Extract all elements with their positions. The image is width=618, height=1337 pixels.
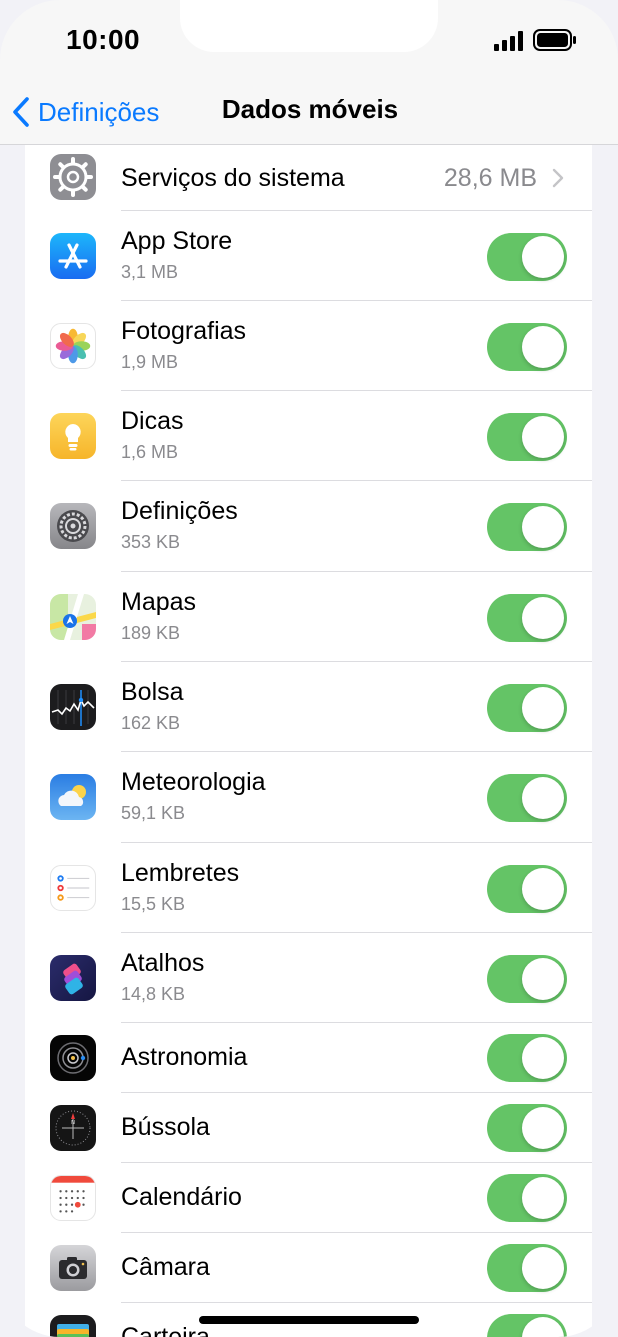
app-name: App Store	[121, 227, 233, 255]
notch	[180, 0, 438, 52]
app-name: Astronomia	[121, 1043, 248, 1071]
app-name: Calendário	[121, 1183, 242, 1211]
chevron-right-icon	[552, 168, 564, 188]
page-title: Dados móveis	[221, 94, 399, 124]
app-row-settings: Definições 353 KB	[25, 481, 592, 572]
app-row-photos: Fotografias 1,9 MB	[25, 301, 592, 391]
toggle-app-store[interactable]	[487, 233, 567, 281]
app-usage: 162 KB	[121, 713, 181, 733]
app-name: Dicas	[121, 407, 184, 435]
status-bar: 10:00	[0, 0, 618, 80]
app-name: Câmara	[121, 1253, 210, 1281]
app-name: Meteorologia	[121, 768, 266, 796]
camera-icon	[50, 1245, 96, 1291]
reminders-icon	[50, 865, 96, 911]
navigation-bar: Definições Dados móveis	[0, 80, 618, 145]
app-row-reminders: Lembretes 15,5 KB	[25, 843, 592, 933]
app-name: Fotografias	[121, 317, 247, 345]
toggle-camera[interactable]	[487, 1244, 567, 1292]
app-row-calendar: Calendário	[25, 1163, 592, 1233]
app-name: Bússola	[121, 1113, 210, 1141]
app-name: Bolsa	[121, 678, 184, 706]
system-services-icon	[50, 154, 96, 200]
system-services-label: Serviços do sistema	[121, 164, 345, 192]
app-data-list: Serviços do sistema 28,6 MB App Store 3,…	[25, 145, 592, 1337]
app-usage: 14,8 KB	[121, 984, 186, 1004]
app-name: Lembretes	[121, 859, 240, 887]
shortcuts-icon	[50, 955, 96, 1001]
app-usage: 1,6 MB	[121, 442, 179, 462]
toggle-astronomy[interactable]	[487, 1034, 567, 1082]
app-row-camera: Câmara	[25, 1233, 592, 1303]
cellular-signal-icon	[494, 31, 523, 51]
app-name: Mapas	[121, 588, 197, 616]
home-indicator[interactable]	[199, 1316, 419, 1324]
app-row-maps: Mapas 189 KB	[25, 572, 592, 662]
settings-icon	[50, 503, 96, 549]
app-row-weather: Meteorologia 59,1 KB	[25, 752, 592, 843]
app-row-stocks: Bolsa 162 KB	[25, 662, 592, 752]
app-usage: 189 KB	[121, 623, 181, 643]
app-name: Atalhos	[121, 949, 205, 977]
weather-icon	[50, 774, 96, 820]
tips-icon	[50, 413, 96, 459]
toggle-calendar[interactable]	[487, 1174, 567, 1222]
app-row-shortcuts: Atalhos 14,8 KB	[25, 933, 592, 1023]
toggle-compass[interactable]	[487, 1104, 567, 1152]
app-usage: 15,5 KB	[121, 894, 186, 914]
app-name: Definições	[121, 497, 238, 525]
system-services-row[interactable]: Serviços do sistema 28,6 MB	[25, 145, 592, 211]
app-row-astronomy: Astronomia	[25, 1023, 592, 1093]
app-row-tips: Dicas 1,6 MB	[25, 391, 592, 481]
toggle-reminders[interactable]	[487, 865, 567, 913]
app-usage: 353 KB	[121, 532, 181, 552]
toggle-weather[interactable]	[487, 774, 567, 822]
toggle-photos[interactable]	[487, 323, 567, 371]
app-store-icon	[50, 233, 96, 279]
app-usage: 3,1 MB	[121, 262, 179, 282]
toggle-wallet[interactable]	[487, 1314, 567, 1337]
toggle-tips[interactable]	[487, 413, 567, 461]
app-name: Carteira	[121, 1323, 210, 1337]
app-row-compass: N Bússola	[25, 1093, 592, 1163]
calendar-icon	[50, 1175, 96, 1221]
toggle-shortcuts[interactable]	[487, 955, 567, 1003]
app-usage: 59,1 KB	[121, 803, 186, 823]
battery-icon	[533, 29, 576, 51]
toggle-maps[interactable]	[487, 594, 567, 642]
astronomy-icon	[50, 1035, 96, 1081]
status-time: 10:00	[66, 24, 141, 55]
stocks-icon	[50, 684, 96, 730]
photos-icon	[50, 323, 96, 369]
app-row-app-store: App Store 3,1 MB	[25, 211, 592, 301]
svg-text:N: N	[71, 1120, 75, 1126]
compass-icon: N	[50, 1105, 96, 1151]
toggle-settings[interactable]	[487, 503, 567, 551]
maps-icon	[50, 594, 96, 640]
app-usage: 1,9 MB	[121, 352, 179, 372]
phone-screen: 10:00 Definições Dados móveis Serviços d…	[0, 0, 618, 1337]
toggle-stocks[interactable]	[487, 684, 567, 732]
system-services-value: 28,6 MB	[443, 164, 537, 192]
wallet-icon	[50, 1315, 96, 1337]
